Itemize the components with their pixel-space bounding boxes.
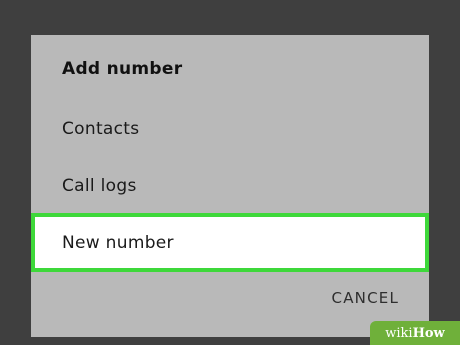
option-call-logs[interactable]: Call logs <box>31 158 429 214</box>
dialog-title: Add number <box>62 59 183 79</box>
option-new-number-label: New number <box>62 232 174 253</box>
option-call-logs-label: Call logs <box>62 176 137 196</box>
watermark-wiki: wiki <box>385 325 413 341</box>
cancel-button[interactable]: CANCEL <box>332 289 399 307</box>
option-new-number[interactable]: New number <box>31 213 429 272</box>
wikihow-watermark: wiki How <box>370 321 460 345</box>
add-number-dialog: Add number Contacts Call logs New number… <box>31 35 429 337</box>
watermark-how: How <box>412 325 445 341</box>
option-contacts[interactable]: Contacts <box>31 101 429 157</box>
screen: Add number Contacts Call logs New number… <box>0 0 460 345</box>
option-contacts-label: Contacts <box>62 119 140 139</box>
